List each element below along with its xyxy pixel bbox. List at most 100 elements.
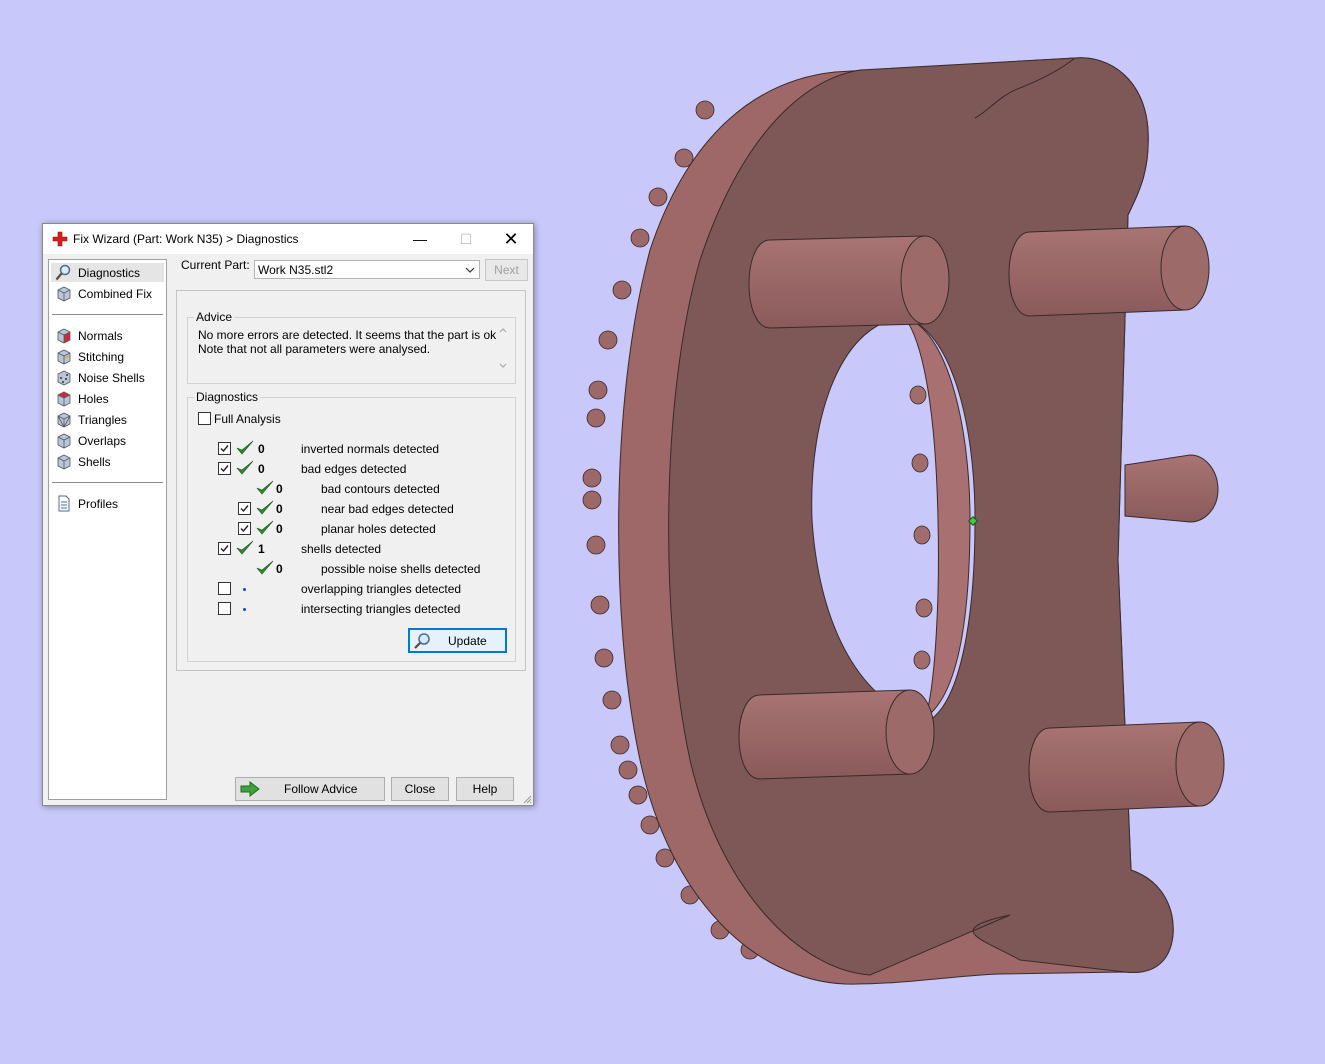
- maximize-button[interactable]: ☐: [443, 224, 489, 254]
- sidebar-item-shells[interactable]: Shells: [51, 452, 164, 471]
- resize-grip-icon[interactable]: [522, 794, 532, 804]
- sidebar-item-holes[interactable]: Holes: [51, 389, 164, 408]
- sidebar-item-label: Combined Fix: [78, 287, 153, 301]
- diagnostic-checkbox[interactable]: [218, 542, 231, 555]
- cylinder-boss: [1008, 225, 1210, 317]
- sidebar-item-profiles[interactable]: Profiles: [51, 494, 164, 513]
- update-label: Update: [448, 634, 487, 648]
- checkmark-icon: [240, 525, 249, 533]
- sidebar-item-normals[interactable]: Normals: [51, 326, 164, 345]
- diagnostic-text: bad contours detected: [321, 482, 440, 496]
- advice-group: Advice No more errors are detected. It s…: [187, 310, 516, 384]
- help-button[interactable]: Help: [456, 777, 514, 801]
- advice-scrollbar[interactable]: [497, 326, 509, 370]
- cube-icon: [57, 454, 71, 470]
- green-check-icon: [256, 560, 274, 575]
- cube-icon: [57, 286, 71, 302]
- hole-peg: [913, 525, 931, 545]
- current-part-value: Work N35.stl2: [258, 263, 334, 277]
- close-window-button[interactable]: ✕: [488, 224, 534, 254]
- follow-advice-label: Follow Advice: [284, 782, 358, 796]
- rim-peg: [618, 760, 638, 780]
- full-analysis-label: Full Analysis: [214, 412, 281, 426]
- checkmark-icon: [220, 465, 229, 473]
- diagnostic-checkbox[interactable]: [238, 522, 251, 535]
- update-button[interactable]: Update: [408, 628, 507, 653]
- green-check-icon: [236, 440, 254, 455]
- close-button[interactable]: Close: [391, 777, 449, 801]
- sidebar-divider: [52, 314, 163, 315]
- title-bar[interactable]: Fix Wizard (Part: Work N35) > Diagnostic…: [43, 224, 533, 254]
- advice-text: No more errors are detected. It seems th…: [198, 328, 507, 368]
- hole-peg: [915, 598, 933, 618]
- current-part-select[interactable]: Work N35.stl2: [254, 260, 480, 279]
- sidebar-item-stitching[interactable]: Stitching: [51, 347, 164, 366]
- sidebar-item-diagnostics[interactable]: Diagnostics: [51, 263, 164, 282]
- checkmark-icon: [240, 505, 249, 513]
- rim-peg: [610, 735, 630, 755]
- diagnostic-checkbox[interactable]: [218, 602, 231, 615]
- next-button[interactable]: Next: [485, 259, 528, 281]
- sidebar-item-label: Holes: [78, 392, 109, 406]
- cube-red-icon: [57, 391, 71, 407]
- rim-peg: [630, 228, 650, 248]
- diagnostic-text: overlapping triangles detected: [301, 582, 462, 596]
- rim-peg: [695, 100, 715, 120]
- green-check-icon: [256, 520, 274, 535]
- diagnostic-text: intersecting triangles detected: [301, 602, 461, 616]
- cylinder-boss: [738, 689, 935, 780]
- diagnostic-text: bad edges detected: [301, 462, 407, 476]
- green-check-icon: [256, 500, 274, 515]
- sidebar-item-label: Normals: [78, 329, 123, 343]
- cube-icon: [57, 349, 71, 365]
- diagnostic-text: shells detected: [301, 542, 382, 556]
- checkmark-icon: [220, 545, 229, 553]
- diagnostic-text: near bad edges detected: [321, 502, 454, 516]
- diagnostic-text: planar holes detected: [321, 522, 436, 536]
- rim-peg: [598, 330, 618, 350]
- cube-triangle-icon: [57, 412, 71, 428]
- sidebar-item-triangles[interactable]: Triangles: [51, 410, 164, 429]
- rim-peg: [602, 690, 622, 710]
- diagnostics-group: Diagnostics Full Analysis 0 inverted norm…: [187, 390, 516, 662]
- sidebar-item-combined-fix[interactable]: Combined Fix: [51, 284, 164, 303]
- noise-cube-icon: [57, 370, 71, 386]
- rim-peg: [648, 187, 668, 207]
- full-analysis-checkbox[interactable]: [198, 412, 211, 425]
- advice-line: No more errors are detected. It seems th…: [198, 328, 500, 342]
- rim-peg: [588, 380, 608, 400]
- rim-peg: [582, 468, 602, 488]
- sidebar-item-label: Noise Shells: [78, 371, 145, 385]
- green-check-icon: [236, 460, 254, 475]
- diagnostic-count: 0: [258, 462, 265, 476]
- sidebar-item-label: Shells: [78, 455, 111, 469]
- diagnostic-count: 0: [276, 502, 283, 516]
- wizard-sidebar: Diagnostics Combined Fix Normals Stitchi…: [48, 259, 167, 800]
- sidebar-item-overlaps[interactable]: Overlaps: [51, 431, 164, 450]
- chevron-down-icon[interactable]: [499, 362, 507, 370]
- diagnostic-checkbox[interactable]: [218, 442, 231, 455]
- pending-dot-icon: [243, 588, 246, 591]
- minimize-button[interactable]: —: [397, 224, 443, 254]
- diagnostic-checkbox[interactable]: [218, 582, 231, 595]
- diagnostic-checkbox[interactable]: [238, 502, 251, 515]
- diagnostic-text: inverted normals detected: [301, 442, 440, 456]
- right-nub: [1124, 454, 1219, 523]
- follow-advice-button[interactable]: Follow Advice: [235, 777, 385, 801]
- diagnostic-text: possible noise shells detected: [321, 562, 481, 576]
- current-part-label: Current Part:: [181, 258, 250, 272]
- green-check-icon: [236, 540, 254, 555]
- chevron-up-icon[interactable]: [499, 326, 507, 334]
- rim-peg: [594, 648, 614, 668]
- chevron-down-icon: [465, 267, 475, 273]
- sidebar-item-label: Overlaps: [78, 434, 127, 448]
- magnifier-icon: [55, 264, 71, 281]
- diagnostics-title: Diagnostics: [194, 390, 261, 404]
- hole-peg: [913, 650, 931, 670]
- rim-peg: [590, 595, 610, 615]
- cube-red-icon: [57, 328, 71, 344]
- checkmark-icon: [220, 445, 229, 453]
- sidebar-item-noise-shells[interactable]: Noise Shells: [51, 368, 164, 387]
- rim-peg: [586, 535, 606, 555]
- diagnostic-checkbox[interactable]: [218, 462, 231, 475]
